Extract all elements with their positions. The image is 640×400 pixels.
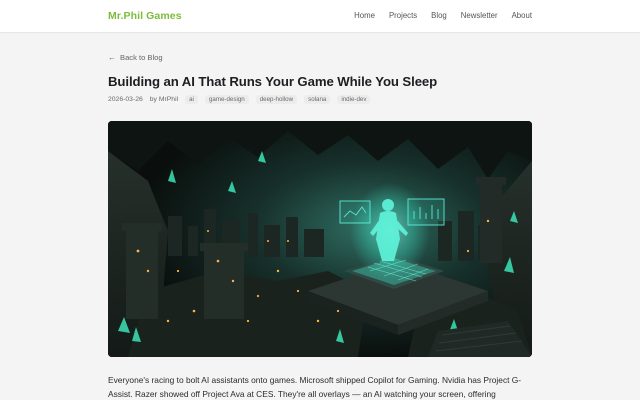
main-nav: Home Projects Blog Newsletter About: [354, 11, 532, 20]
brand-logo-link[interactable]: Mr.Phil Games: [108, 10, 182, 22]
tag-game-design[interactable]: game-design: [204, 95, 249, 104]
post-body-paragraph: Everyone's racing to bolt AI assistants …: [108, 375, 522, 399]
nav-home[interactable]: Home: [354, 11, 375, 20]
tag-deep-hollow[interactable]: deep-hollow: [255, 95, 298, 104]
hero-image: [108, 121, 532, 357]
post-date: 2026-03-26: [108, 96, 143, 103]
tag-solana[interactable]: solana: [304, 95, 331, 104]
nav-projects[interactable]: Projects: [389, 11, 417, 20]
nav-about[interactable]: About: [512, 11, 532, 20]
top-navigation-bar: Mr.Phil Games Home Projects Blog Newslet…: [0, 0, 640, 33]
arrow-left-icon: ←: [108, 52, 116, 62]
cavern-city-illustration: [108, 121, 532, 357]
back-to-blog-link[interactable]: ← Back to Blog: [108, 53, 163, 62]
nav-blog[interactable]: Blog: [431, 11, 447, 20]
nav-newsletter[interactable]: Newsletter: [461, 11, 498, 20]
post-author: by MrPhil: [149, 96, 179, 103]
post-meta: 2026-03-26 by MrPhil ai game-design deep…: [108, 95, 371, 104]
post-title: Building an AI That Runs Your Game While…: [108, 74, 438, 89]
tag-indie-dev[interactable]: indie-dev: [337, 95, 371, 104]
back-link-label: Back to Blog: [120, 53, 163, 62]
tag-ai[interactable]: ai: [185, 95, 198, 104]
